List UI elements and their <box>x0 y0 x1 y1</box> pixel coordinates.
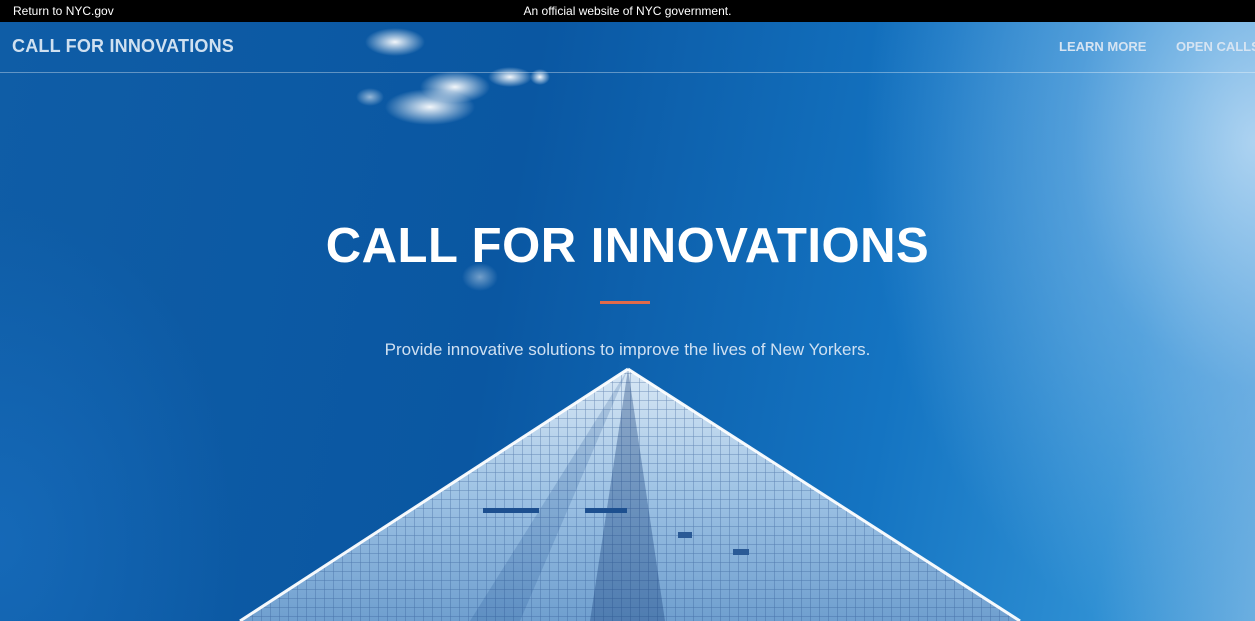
nav-learn-more-link[interactable]: LEARN MORE <box>1059 39 1146 54</box>
gov-top-bar: Return to NYC.gov An official website of… <box>0 0 1255 22</box>
return-to-nyc-link[interactable]: Return to NYC.gov <box>13 0 114 22</box>
official-website-notice: An official website of NYC government. <box>523 4 732 18</box>
hero-section: CALL FOR INNOVATIONS LEARN MORE OPEN CAL… <box>0 22 1255 621</box>
brand-logo-link[interactable]: CALL FOR INNOVATIONS <box>12 36 234 57</box>
hero-subtitle: Provide innovative solutions to improve … <box>384 340 871 359</box>
hero-background-image <box>239 28 1021 621</box>
hero-accent-rule <box>600 301 650 304</box>
hero-title: CALL FOR INNOVATIONS <box>325 219 930 273</box>
nav-open-calls-link[interactable]: OPEN CALLS <box>1176 39 1255 54</box>
skyscraper-shape <box>239 367 1021 621</box>
main-navbar: CALL FOR INNOVATIONS LEARN MORE OPEN CAL… <box>0 22 1255 73</box>
